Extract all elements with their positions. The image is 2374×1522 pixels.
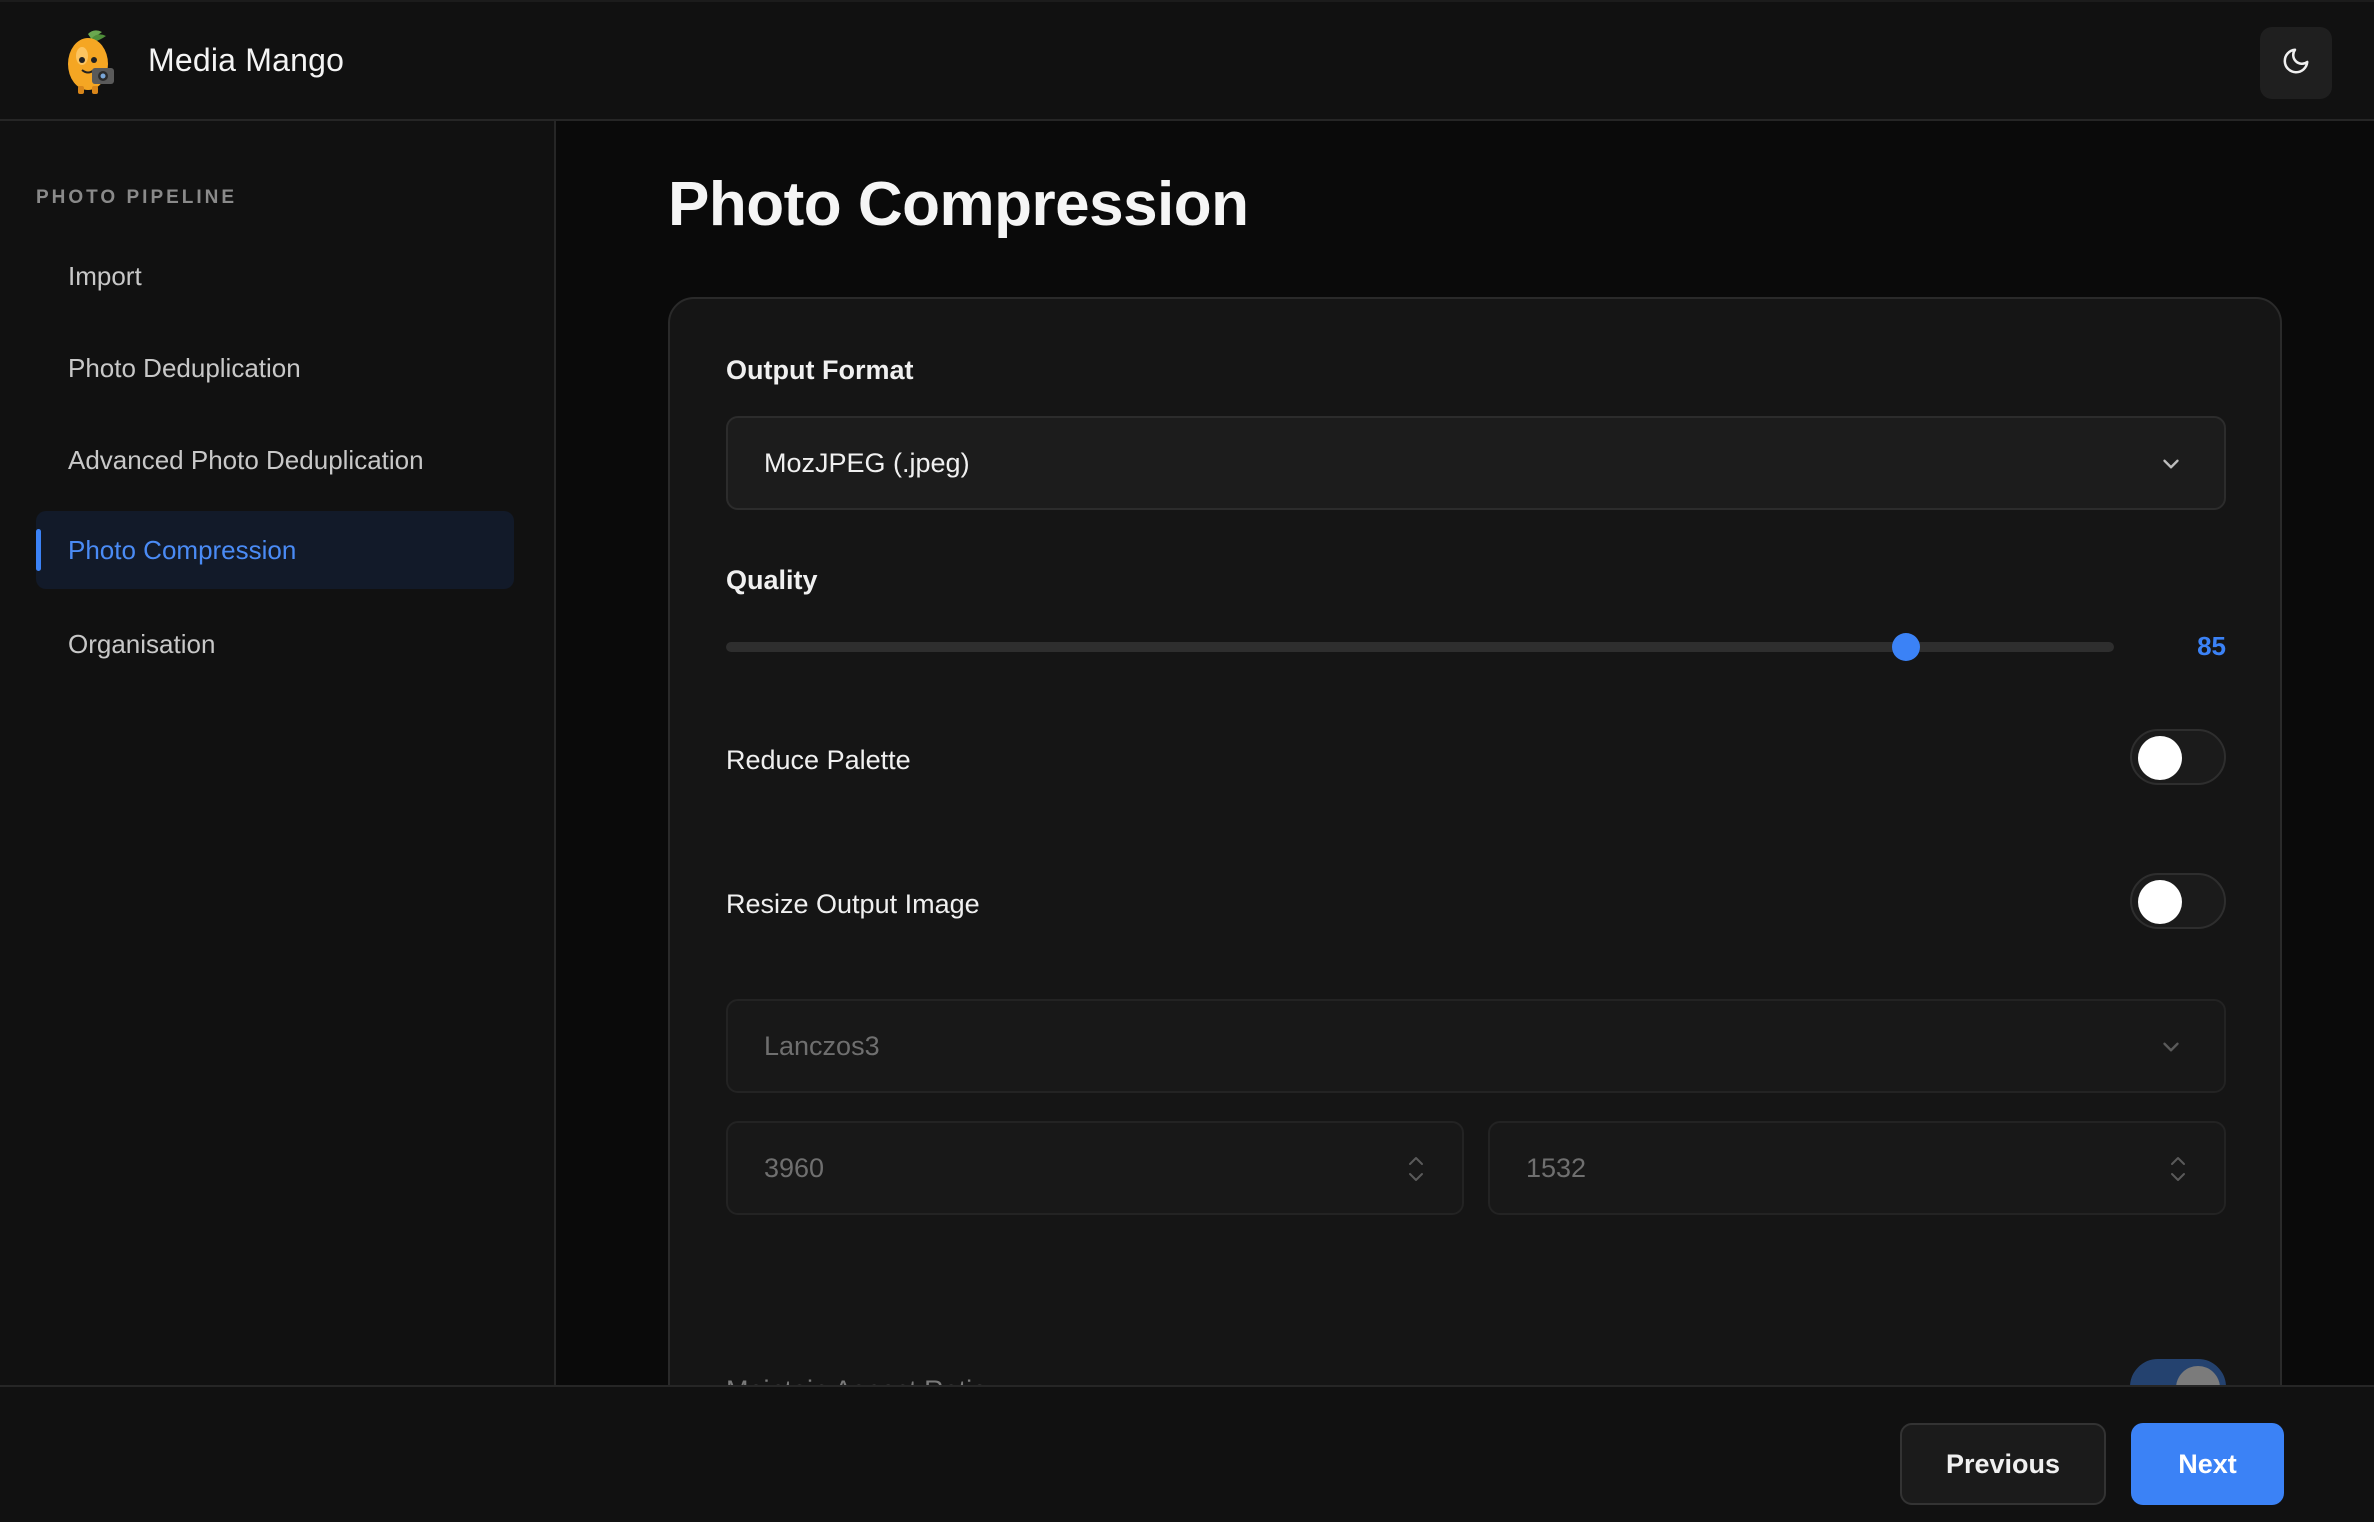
quality-value: 85: [2197, 631, 2226, 661]
sidebar-item-label: Advanced Photo Deduplication: [68, 444, 424, 475]
footer-bar: Previous Next: [0, 1385, 2374, 1522]
mango-mascot-icon: [58, 28, 124, 96]
sidebar-item-organisation[interactable]: Organisation: [36, 605, 514, 683]
stepper-icon[interactable]: [2168, 1153, 2188, 1192]
sidebar-item-advanced-photo-deduplication[interactable]: Advanced Photo Deduplication: [36, 421, 514, 499]
toggle-knob: [2176, 1366, 2220, 1385]
previous-button[interactable]: Previous: [1900, 1423, 2106, 1505]
maintain-aspect-toggle[interactable]: [2130, 1359, 2226, 1385]
resize-method-value: Lanczos3: [764, 1030, 880, 1061]
width-input[interactable]: 3960: [726, 1121, 1464, 1215]
quality-label: Quality: [726, 565, 818, 595]
chevron-down-icon: [2158, 1034, 2184, 1067]
width-value: 3960: [764, 1152, 825, 1183]
main-content: Photo Compression Output Format MozJPEG …: [556, 121, 2374, 1385]
app-root: Media Mango PHOTO PIPELINE Import Photo …: [0, 0, 2374, 1522]
chevron-down-icon: [2158, 451, 2184, 484]
stepper-icon[interactable]: [1406, 1153, 1426, 1192]
sidebar-item-photo-deduplication[interactable]: Photo Deduplication: [36, 329, 514, 407]
maintain-aspect-label: Maintain Aspect Ratio: [726, 1375, 987, 1385]
reduce-palette-label: Reduce Palette: [726, 745, 911, 775]
sidebar-item-label: Photo Compression: [68, 534, 297, 565]
height-value: 1532: [1526, 1152, 1587, 1183]
quality-slider-thumb[interactable]: [1891, 633, 1920, 661]
sidebar-item-label: Organisation: [68, 628, 216, 659]
output-format-label: Output Format: [726, 355, 914, 385]
toggle-knob: [2138, 880, 2182, 924]
resize-method-select[interactable]: Lanczos3: [726, 999, 2226, 1093]
app-title: Media Mango: [148, 42, 345, 78]
reduce-palette-toggle[interactable]: [2130, 729, 2226, 785]
sidebar: PHOTO PIPELINE Import Photo Deduplicatio…: [0, 121, 556, 1385]
settings-card: Output Format MozJPEG (.jpeg) Quality 85…: [668, 297, 2282, 1385]
next-button[interactable]: Next: [2131, 1423, 2284, 1505]
sidebar-item-import[interactable]: Import: [36, 237, 514, 315]
sidebar-section-label: PHOTO PIPELINE: [36, 187, 238, 208]
page-title: Photo Compression: [668, 170, 1249, 239]
sidebar-item-photo-compression[interactable]: Photo Compression: [36, 511, 514, 589]
resize-output-label: Resize Output Image: [726, 889, 980, 919]
height-input[interactable]: 1532: [1488, 1121, 2226, 1215]
output-format-value: MozJPEG (.jpeg): [764, 447, 970, 478]
sidebar-item-label: Photo Deduplication: [68, 352, 301, 383]
theme-toggle-button[interactable]: [2260, 27, 2332, 99]
toggle-knob: [2138, 736, 2182, 780]
sidebar-item-label: Import: [68, 260, 142, 291]
resize-output-toggle[interactable]: [2130, 873, 2226, 929]
output-format-select[interactable]: MozJPEG (.jpeg): [726, 416, 2226, 510]
quality-slider[interactable]: [726, 633, 2114, 661]
top-header: Media Mango: [0, 0, 2374, 121]
moon-icon: [2281, 46, 2311, 81]
